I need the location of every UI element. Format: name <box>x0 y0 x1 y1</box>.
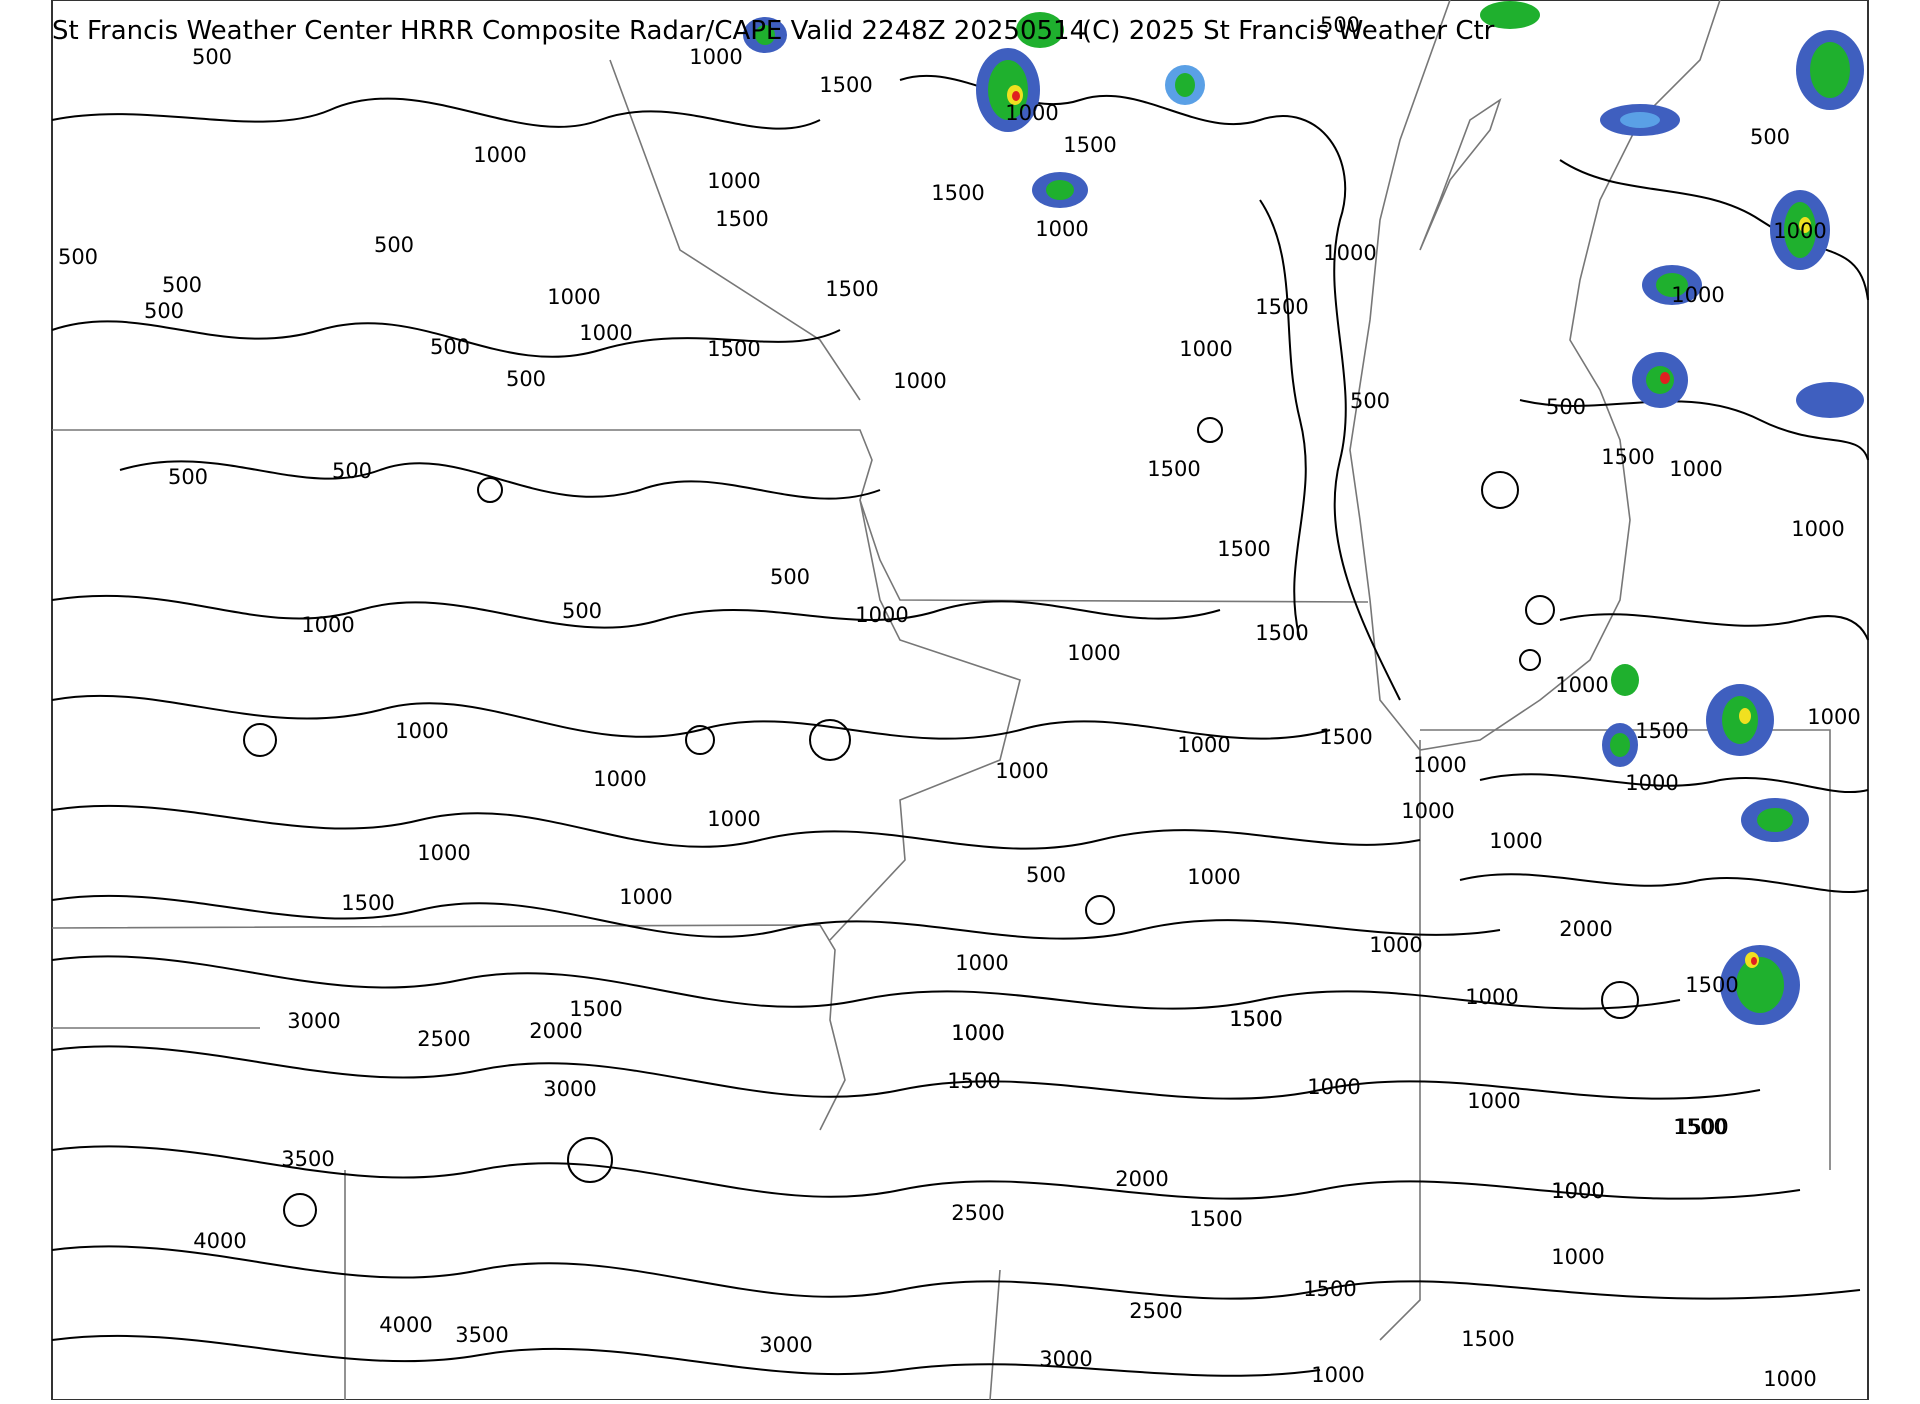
cape-label: 1500 <box>931 181 984 205</box>
cape-label: 1000 <box>1465 985 1518 1009</box>
cape-label: 2500 <box>1129 1299 1182 1323</box>
cape-label: 1000 <box>1467 1089 1520 1113</box>
cape-label: 1500 <box>341 891 394 915</box>
cape-label: 4000 <box>379 1313 432 1337</box>
cape-label: 1000 <box>1807 705 1860 729</box>
cape-label: 500 <box>562 599 602 623</box>
cape-label: 1000 <box>951 1021 1004 1045</box>
cape-label: 1500 <box>1303 1277 1356 1301</box>
cape-label: 500 <box>192 45 232 69</box>
cape-label: 1500 <box>1255 295 1308 319</box>
cape-label: 500 <box>1750 125 1790 149</box>
cape-label: 3500 <box>281 1147 334 1171</box>
cape-label: 1000 <box>1555 673 1608 697</box>
cape-label: 2500 <box>417 1027 470 1051</box>
cape-label: 1000 <box>1067 641 1120 665</box>
cape-label: 3000 <box>543 1077 596 1101</box>
cape-label: 1000 <box>1323 241 1376 265</box>
cape-label: 1500 <box>825 277 878 301</box>
cape-label: 1000 <box>955 951 1008 975</box>
cape-label: 500 <box>144 299 184 323</box>
cape-label: 1000 <box>1763 1367 1816 1391</box>
cape-label: 1000 <box>579 321 632 345</box>
cape-label: 1500 <box>819 73 872 97</box>
cape-label: 1000 <box>1791 517 1844 541</box>
cape-label: 1000 <box>1035 217 1088 241</box>
cape-label: 1000 <box>1551 1179 1604 1203</box>
cape-label: 1000 <box>1489 829 1542 853</box>
cape-label: 4000 <box>193 1229 246 1253</box>
cape-label: 1000 <box>1177 733 1230 757</box>
cape-label: 1000 <box>1311 1363 1364 1387</box>
cape-label: 1000 <box>593 767 646 791</box>
cape-label: 1000 <box>1551 1245 1604 1269</box>
cape-label: 1000 <box>1625 771 1678 795</box>
cape-label: 1500 <box>947 1069 1000 1093</box>
cape-label: 1500 <box>1461 1327 1514 1351</box>
cape-label: 1000 <box>1671 283 1724 307</box>
cape-label: 500 <box>162 273 202 297</box>
cape-label: 3000 <box>1039 1347 1092 1371</box>
cape-label: 500 <box>58 245 98 269</box>
cape-label: 1000 <box>395 719 448 743</box>
cape-label: 1000 <box>707 807 760 831</box>
cape-label: 3000 <box>759 1333 812 1357</box>
cape-label: 3500 <box>455 1323 508 1347</box>
cape-label: 1000 <box>1005 101 1058 125</box>
cape-label: 1500 <box>1147 457 1200 481</box>
radar-echoes <box>743 1 1864 1025</box>
cape-label: 2500 <box>951 1201 1004 1225</box>
map-title: St Francis Weather Center HRRR Composite… <box>52 16 1087 46</box>
cape-label: 1000 <box>473 143 526 167</box>
cape-label: 1000 <box>1369 933 1422 957</box>
cape-label: 1000 <box>689 45 742 69</box>
cape-label: 1500 <box>1255 621 1308 645</box>
cape-label: 2000 <box>1559 917 1612 941</box>
cape-label: 1000 <box>893 369 946 393</box>
cape-label: 500 <box>430 335 470 359</box>
cape-label: 500 <box>506 367 546 391</box>
cape-label: 1500 <box>1229 1007 1282 1031</box>
cape-label: 1000 <box>707 169 760 193</box>
cape-label: 1000 <box>855 603 908 627</box>
cape-label: 1000 <box>1773 219 1826 243</box>
cape-label: 2000 <box>529 1019 582 1043</box>
copyright-credit: (C) 2025 St Francis Weather Ctr <box>1082 16 1495 46</box>
cape-label: 1000 <box>1187 865 1240 889</box>
cape-label: 1500 <box>1217 537 1270 561</box>
cape-label: 1500 <box>707 337 760 361</box>
cape-label: 1500 <box>1635 719 1688 743</box>
cape-label: 1500 <box>1685 973 1738 997</box>
cape-label: 1500 <box>1189 1207 1242 1231</box>
cape-label: 500 <box>1350 389 1390 413</box>
cape-label: 500 <box>332 459 372 483</box>
cape-label: 2000 <box>1115 1167 1168 1191</box>
cape-label: 1500 <box>1601 445 1654 469</box>
cape-label: 1000 <box>417 841 470 865</box>
cape-label: 1000 <box>995 759 1048 783</box>
cape-label: 1000 <box>301 613 354 637</box>
cape-label: 3000 <box>287 1009 340 1033</box>
map-canvas: 500 1000 1500 500 1000 1000 1500 1000 15… <box>51 0 1869 1401</box>
cape-label: 1000 <box>1401 799 1454 823</box>
cape-label: 500 <box>770 565 810 589</box>
cape-label: 1000 <box>547 285 600 309</box>
cape-label: 500 <box>1546 395 1586 419</box>
cape-label: 1500 <box>569 997 622 1021</box>
radar-cape-map: 500 1000 1500 500 1000 1000 1500 1000 15… <box>0 0 1920 1401</box>
cape-label: 1000 <box>619 885 672 909</box>
cape-label: 1000 <box>1413 753 1466 777</box>
cape-label: 500 <box>374 233 414 257</box>
cape-label: 1500 <box>715 207 768 231</box>
cape-label: 1000 <box>1307 1075 1360 1099</box>
cape-contour-labels: 500 1000 1500 500 1000 1000 1500 1000 15… <box>58 13 1861 1391</box>
cape-label: 500 <box>168 465 208 489</box>
cape-label: 500 <box>1026 863 1066 887</box>
cape-label: 1500 <box>1673 1115 1726 1139</box>
cape-label: 1000 <box>1179 337 1232 361</box>
cape-label: 1000 <box>1669 457 1722 481</box>
cape-label: 1500 <box>1063 133 1116 157</box>
cape-label: 1500 <box>1319 725 1372 749</box>
